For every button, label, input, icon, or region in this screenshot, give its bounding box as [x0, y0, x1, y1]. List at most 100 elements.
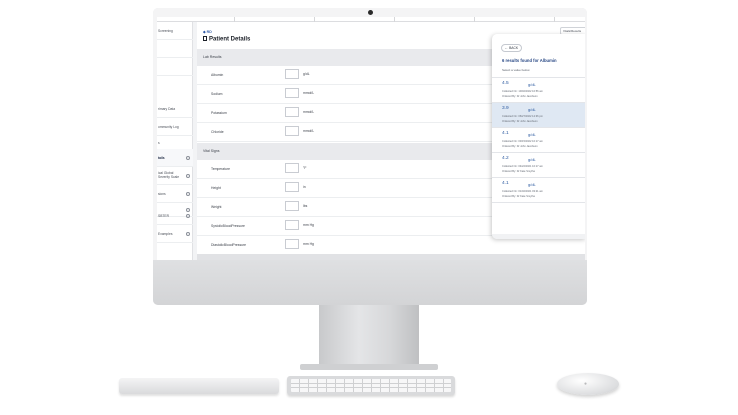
field-unit: in — [303, 185, 306, 189]
apple-logo-icon: ● — [584, 381, 588, 387]
result-value: 4.5 — [502, 81, 509, 86]
nav-item[interactable]: sions — [157, 185, 193, 203]
circle-icon — [186, 174, 190, 178]
result-collected: Collected On: 03/15/2022 10:17 am — [502, 140, 543, 143]
page-title-text: Patient Details — [209, 36, 251, 43]
back-label: BACK — [509, 46, 519, 50]
result-ordered: Ordered By: Dr Kate Smythe — [502, 195, 536, 198]
imac-stand — [319, 305, 419, 367]
result-ordered: Ordered By: Dr John Jacobson — [502, 95, 538, 98]
circle-icon — [186, 156, 190, 160]
imac-chin — [153, 260, 587, 305]
result-value: 3.9 — [502, 106, 509, 111]
nav-item[interactable]: ical Global Severity Scale — [157, 167, 193, 185]
results-panel: ← BACK 6 results found for Albumin Selec… — [492, 34, 585, 239]
result-unit: g/dL — [528, 157, 536, 162]
systolic-input[interactable] — [285, 220, 299, 230]
field-unit: lbs — [303, 204, 308, 208]
field-unit: mm Hg — [303, 242, 314, 246]
result-collected: Collected On: 06/27/2022 12:36 pm — [502, 115, 543, 118]
nav-item-label: ical Global Severity Scale — [158, 171, 180, 179]
field-label: DiastolicBloodPressure — [211, 243, 247, 247]
temperature-input[interactable] — [285, 163, 299, 173]
field-label: SystolicBloodPressure — [211, 224, 245, 228]
panel-footer — [492, 234, 585, 239]
result-value: 4.2 — [502, 156, 509, 161]
result-collected: Collected On: 10/02/2022 10:56 am — [502, 90, 543, 93]
nav-item-label: Screening — [158, 29, 173, 33]
result-unit: g/dL — [528, 132, 536, 137]
field-label: Temperature — [211, 167, 231, 171]
field-unit: °F — [303, 166, 307, 170]
weight-input[interactable] — [285, 201, 299, 211]
chloride-input[interactable] — [285, 126, 299, 136]
circle-icon — [186, 232, 190, 236]
nav-item-label: s — [158, 141, 160, 145]
result-item[interactable] — [492, 202, 585, 234]
nav-item[interactable]: Examples — [157, 225, 193, 243]
potassium-input[interactable] — [285, 107, 299, 117]
keyboard — [287, 376, 455, 395]
result-item[interactable]: 4.5 g/dL Collected On: 10/02/2022 10:56 … — [492, 77, 585, 102]
field-unit: mmol/L — [303, 129, 315, 133]
result-item[interactable]: 4.1 g/dL Collected On: 03/15/2022 10:17 … — [492, 127, 585, 152]
result-item[interactable]: 4.2 g/dL Collected On: 04/22/2021 10:17 … — [492, 152, 585, 177]
result-collected: Collected On: 01/02/2021 03:21 am — [502, 190, 543, 193]
sodium-input[interactable] — [285, 88, 299, 98]
keyboard-keys — [291, 379, 451, 392]
keyboard-row-divider — [291, 387, 451, 388]
nav-item-label: ommunity Log — [158, 125, 179, 129]
panel-subtitle: Select a value below — [502, 68, 530, 72]
field-label: Albumin — [211, 73, 224, 77]
field-label: Height — [211, 186, 221, 190]
result-collected: Collected On: 04/22/2021 10:17 am — [502, 165, 543, 168]
page-title: Patient Details — [203, 36, 250, 43]
mouse: ● — [557, 373, 619, 395]
field-label: Potassium — [211, 111, 227, 115]
result-value: 4.1 — [502, 181, 509, 186]
horizontal-scrollbar[interactable] — [197, 254, 585, 260]
nav-item[interactable]: Screening — [157, 22, 193, 40]
result-item[interactable]: 4.1 g/dL Collected On: 01/02/2021 03:21 … — [492, 177, 585, 202]
nav-item-label: sions — [158, 192, 166, 196]
field-label: Weight — [211, 205, 222, 209]
diastolic-input[interactable] — [285, 239, 299, 249]
field-label: Sodium — [211, 92, 223, 96]
imac-stand-foot — [300, 364, 438, 370]
nav-item[interactable]: rimary Data — [157, 100, 193, 118]
field-unit: mm Hg — [303, 223, 314, 227]
result-ordered: Ordered By: Dr John Jacobson — [502, 145, 538, 148]
nav-item-label: tails — [158, 156, 165, 160]
result-unit: g/dL — [528, 182, 536, 187]
field-unit: mmol/L — [303, 91, 315, 95]
circle-icon — [186, 192, 190, 196]
nav-item-label: rimary Data — [158, 107, 176, 111]
nav-item[interactable] — [157, 58, 193, 76]
result-item-selected[interactable]: 3.9 g/dL Collected On: 06/27/2022 12:36 … — [492, 102, 585, 127]
screen: Screening rimary Data ommunity Log s tai… — [157, 17, 585, 260]
trackpad — [119, 378, 279, 394]
height-input[interactable] — [285, 182, 299, 192]
keyboard-row-divider — [291, 383, 451, 384]
result-unit: g/dL — [528, 107, 536, 112]
field-unit: mmol/L — [303, 110, 315, 114]
nav-item-label: SBTER — [158, 214, 169, 218]
result-ordered: Ordered By: Dr Kate Smythe — [502, 170, 536, 173]
sidebar-nav: Screening rimary Data ommunity Log s tai… — [157, 22, 193, 260]
result-unit: g/dL — [528, 82, 536, 87]
nav-item-details[interactable]: tails — [157, 149, 193, 167]
nav-item[interactable]: SBTER — [157, 207, 193, 225]
nav-item[interactable] — [157, 40, 193, 58]
circle-icon — [186, 214, 190, 218]
result-value: 4.1 — [502, 131, 509, 136]
field-unit: g/dL — [303, 72, 310, 76]
result-ordered: Ordered By: Dr John Jacobson — [502, 120, 538, 123]
nav-item-label: Examples — [158, 232, 173, 236]
imac-setup-scene: Screening rimary Data ommunity Log s tai… — [0, 0, 738, 415]
patient-link[interactable]: ◆ RD — [203, 30, 212, 34]
back-button[interactable]: ← BACK — [501, 44, 522, 52]
panel-title: 6 results found for Albumin — [502, 58, 557, 63]
camera-icon — [368, 10, 373, 15]
field-label: Chloride — [211, 130, 224, 134]
albumin-input[interactable] — [285, 69, 299, 79]
